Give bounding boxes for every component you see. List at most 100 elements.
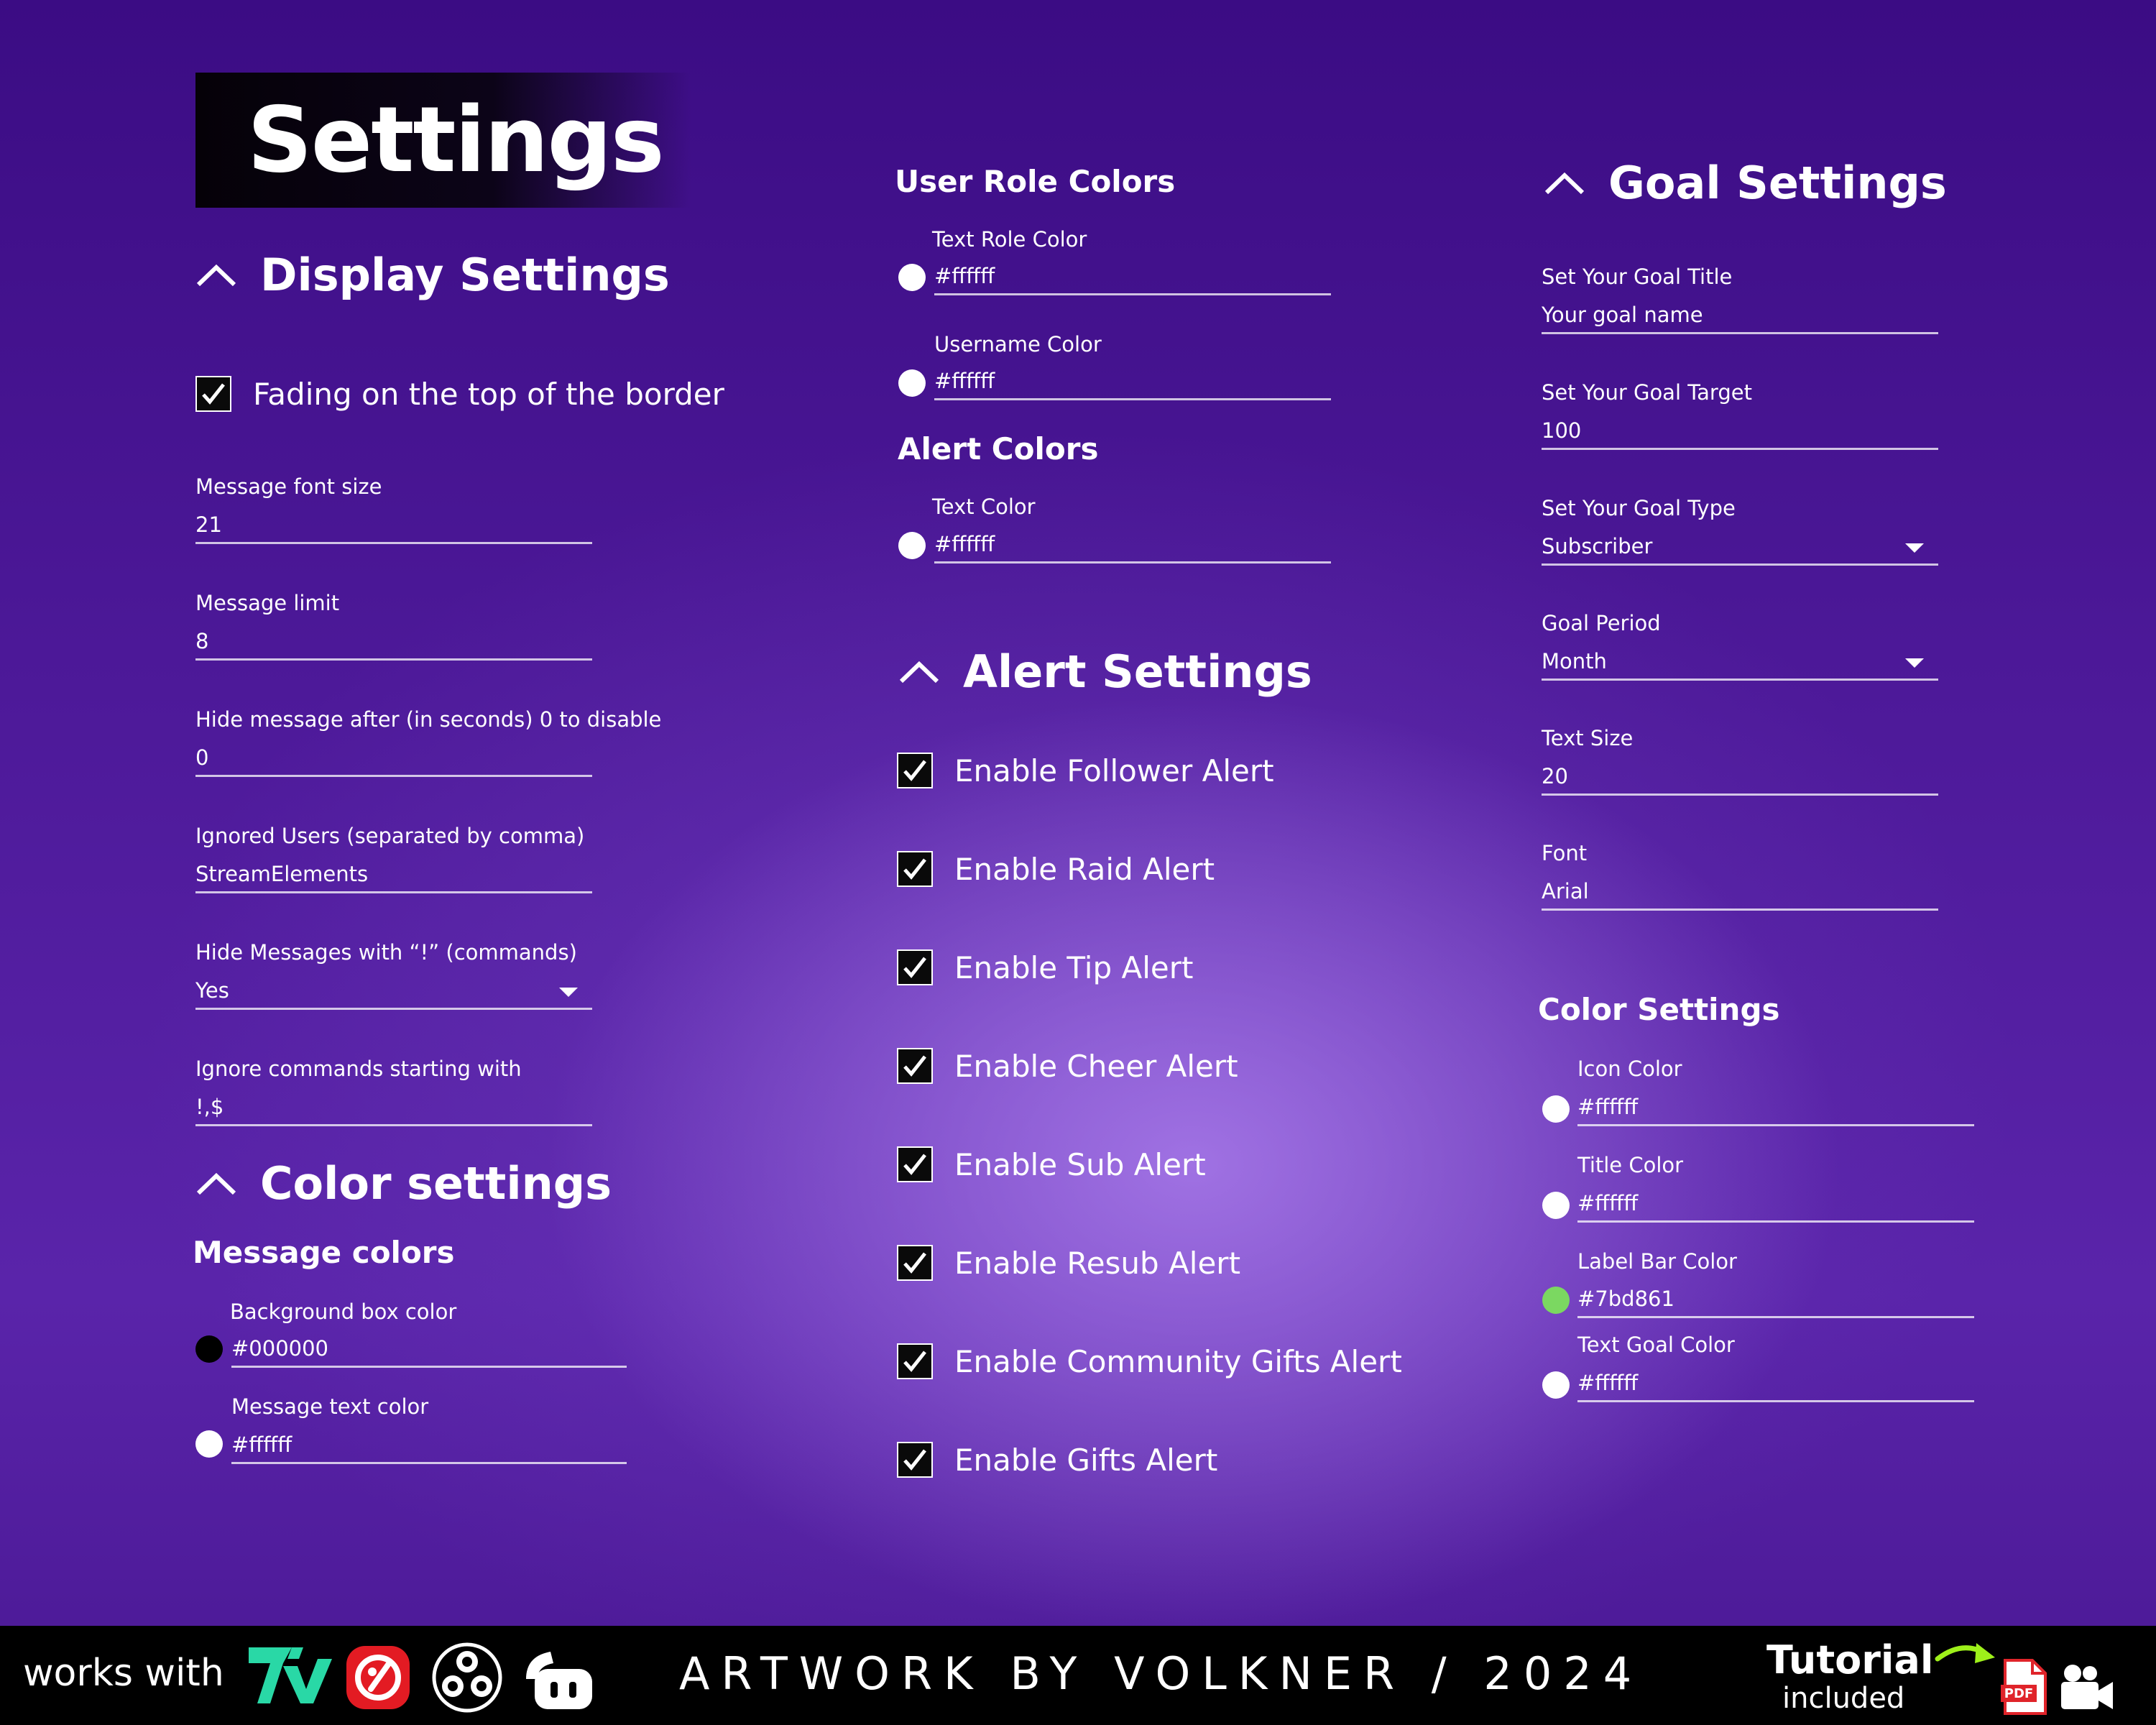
dropdown-arrow-icon [1905,658,1924,668]
font-size-label: Message font size [195,474,382,499]
title-color-input[interactable]: #ffffff [1577,1189,1974,1223]
cheer-alert-label: Enable Cheer Alert [954,1048,1238,1084]
raid-alert-label: Enable Raid Alert [954,851,1215,887]
alert-text-color-swatch[interactable] [898,532,926,559]
msg-text-color-input[interactable]: #ffffff [231,1430,627,1464]
checkmark-icon [903,1055,926,1077]
icon-color-swatch[interactable] [1542,1095,1570,1123]
bg-color-swatch[interactable] [195,1335,223,1363]
chevron-up-icon [196,264,236,286]
label-bar-color-swatch[interactable] [1542,1287,1570,1314]
ignored-users-input[interactable]: StreamElements [195,860,592,893]
goal-type-label: Set Your Goal Type [1542,496,1736,520]
message-limit-input[interactable]: 8 [195,627,592,661]
follower-alert-option[interactable]: Enable Follower Alert [897,753,1274,788]
alert-settings-header[interactable]: Alert Settings [898,645,1312,698]
dropdown-arrow-icon [559,988,578,997]
username-color-swatch[interactable] [898,369,926,397]
gifts-alert-option[interactable]: Enable Gifts Alert [897,1442,1217,1478]
username-color-label: Username Color [934,332,1102,356]
msg-text-color-swatch[interactable] [195,1430,223,1458]
gifts-alert-checkbox[interactable] [897,1442,933,1478]
goal-title-input[interactable]: Your goal name [1542,300,1938,334]
page-title-box: Settings [195,73,691,208]
community-gifts-alert-checkbox[interactable] [897,1343,933,1379]
label-bar-color-input[interactable]: #7bd861 [1577,1284,1974,1318]
goal-title-label: Set Your Goal Title [1542,264,1733,289]
message-colors-title: Message colors [193,1235,455,1270]
dropdown-arrow-icon [1905,543,1924,553]
text-role-color-swatch[interactable] [898,264,926,291]
text-goal-color-swatch[interactable] [1542,1371,1570,1399]
pdf-file-icon: PDF [2001,1659,2047,1715]
7tv-logo-icon [249,1647,332,1703]
streamlabs-logo-icon [346,1646,410,1709]
icon-color-label: Icon Color [1577,1057,1682,1081]
bg-color-input[interactable]: #000000 [231,1334,627,1368]
tip-alert-checkbox[interactable] [897,949,933,985]
hide-commands-value: Yes [195,978,229,1003]
tip-alert-label: Enable Tip Alert [954,949,1194,985]
tip-alert-option[interactable]: Enable Tip Alert [897,949,1193,985]
hide-after-label: Hide message after (in seconds) 0 to dis… [195,707,662,732]
text-goal-color-input[interactable]: #ffffff [1577,1368,1974,1402]
goal-target-label: Set Your Goal Target [1542,380,1752,405]
goal-target-input[interactable]: 100 [1542,416,1938,450]
fading-label: Fading on the top of the border [253,376,724,412]
title-color-label: Title Color [1577,1153,1684,1177]
checkmark-icon [903,858,926,880]
title-color-swatch[interactable] [1542,1192,1570,1219]
cheer-alert-option[interactable]: Enable Cheer Alert [897,1048,1238,1084]
raid-alert-option[interactable]: Enable Raid Alert [897,851,1215,887]
bg-color-label: Background box color [230,1300,457,1324]
font-label: Font [1542,841,1588,865]
resub-alert-option[interactable]: Enable Resub Alert [897,1245,1240,1281]
cheer-alert-checkbox[interactable] [897,1048,933,1084]
gifts-alert-label: Enable Gifts Alert [954,1442,1218,1478]
ignore-prefix-input[interactable]: !,$ [195,1092,592,1126]
alert-text-color-input[interactable]: #ffffff [934,530,1331,564]
text-size-input[interactable]: 20 [1542,762,1938,796]
fading-option[interactable]: Fading on the top of the border [195,376,724,412]
goal-period-value: Month [1542,649,1607,673]
message-limit-label: Message limit [195,591,340,615]
alert-text-color-label: Text Color [932,494,1036,519]
username-color-input[interactable]: #ffffff [934,367,1331,400]
icon-color-input[interactable]: #ffffff [1577,1092,1974,1126]
hide-after-input[interactable]: 0 [195,743,592,777]
hide-commands-label: Hide Messages with “!” (commands) [195,940,577,965]
fading-checkbox[interactable] [195,376,231,412]
goal-type-select[interactable]: Subscriber [1542,532,1938,566]
checkmark-icon [903,1154,926,1175]
hide-commands-select[interactable]: Yes [195,976,592,1010]
goal-settings-header[interactable]: Goal Settings [1544,157,1947,209]
artwork-credit: ARTWORK BY VOLKNER / 2024 [679,1647,1644,1700]
resub-alert-checkbox[interactable] [897,1245,933,1281]
font-size-input[interactable]: 21 [195,510,592,544]
raid-alert-checkbox[interactable] [897,851,933,887]
follower-alert-checkbox[interactable] [897,753,933,788]
text-goal-color-label: Text Goal Color [1577,1333,1735,1357]
color-settings-title: Color settings [260,1157,612,1210]
video-camera-icon [2061,1665,2113,1709]
follower-alert-label: Enable Follower Alert [954,753,1274,788]
community-gifts-alert-option[interactable]: Enable Community Gifts Alert [897,1343,1402,1379]
tutorial-label: Tutorial [1766,1637,1934,1683]
checkmark-icon [903,1351,926,1372]
color-settings-header[interactable]: Color settings [195,1157,612,1210]
font-input[interactable]: Arial [1542,877,1938,911]
display-settings-title: Display Settings [260,249,670,301]
display-settings-header[interactable]: Display Settings [195,249,670,301]
alert-colors-title: Alert Colors [898,431,1099,466]
sub-alert-option[interactable]: Enable Sub Alert [897,1146,1206,1182]
arrow-icon [1935,1643,1995,1663]
goal-period-select[interactable]: Month [1542,647,1938,681]
alert-settings-title: Alert Settings [963,645,1312,698]
works-with-text: works with [23,1652,224,1695]
sub-alert-checkbox[interactable] [897,1146,933,1182]
text-role-color-input[interactable]: #ffffff [934,262,1331,295]
goal-settings-title: Goal Settings [1608,157,1947,209]
tutorial-included-label: included [1782,1682,1905,1715]
color-settings-right-title: Color Settings [1538,992,1780,1027]
page-title: Settings [247,87,665,193]
